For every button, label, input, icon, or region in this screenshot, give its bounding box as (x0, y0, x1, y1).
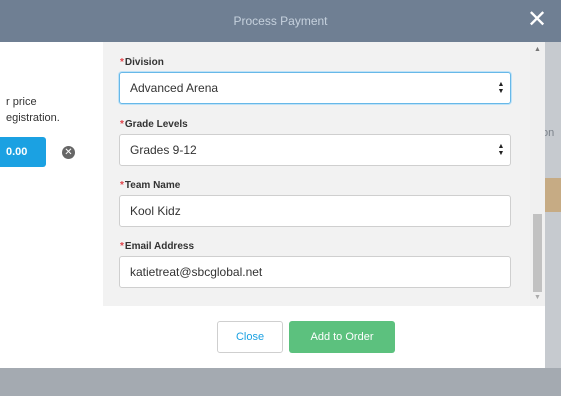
division-select[interactable]: Advanced Arena ▲ ▼ (119, 72, 511, 104)
scroll-up-arrow-icon[interactable]: ▲ (530, 45, 545, 55)
left-panel: r price egistration. 0.00 ✕ (0, 42, 103, 306)
remove-circle-icon[interactable]: ✕ (62, 146, 75, 159)
price-note-line1: r price (6, 96, 37, 108)
team-name-label: *Team Name (120, 180, 181, 191)
modal-title: Process Payment (233, 14, 328, 28)
grade-levels-value: Grades 9-12 (130, 143, 197, 157)
modal-titlebar: Process Payment ✕ (0, 0, 561, 42)
team-name-input[interactable]: Kool Kidz (119, 195, 511, 227)
grade-levels-select[interactable]: Grades 9-12 ▲ ▼ (119, 134, 511, 166)
price-note: r price egistration. (6, 94, 60, 126)
scroll-down-arrow-icon[interactable]: ▼ (530, 293, 545, 303)
select-arrows-icon: ▲ ▼ (497, 143, 505, 157)
division-label: *Division (120, 57, 164, 68)
background-page-bottom (0, 368, 561, 396)
form-scrollbar[interactable]: ▲ ▼ (530, 42, 545, 306)
close-button[interactable]: Close (217, 321, 283, 353)
scroll-thumb[interactable] (533, 214, 542, 292)
email-label: *Email Address (120, 241, 195, 252)
division-value: Advanced Arena (130, 81, 219, 95)
close-icon[interactable]: ✕ (525, 4, 549, 36)
grade-levels-label: *Grade Levels (120, 119, 188, 130)
add-to-order-button[interactable]: Add to Order (289, 321, 395, 353)
email-input[interactable]: katietreat@sbcglobal.net (119, 256, 511, 288)
select-arrows-icon: ▲ ▼ (497, 81, 505, 95)
background-banner (545, 178, 561, 212)
amount-field[interactable]: 0.00 (0, 137, 46, 167)
price-note-line2: egistration. (6, 112, 60, 124)
